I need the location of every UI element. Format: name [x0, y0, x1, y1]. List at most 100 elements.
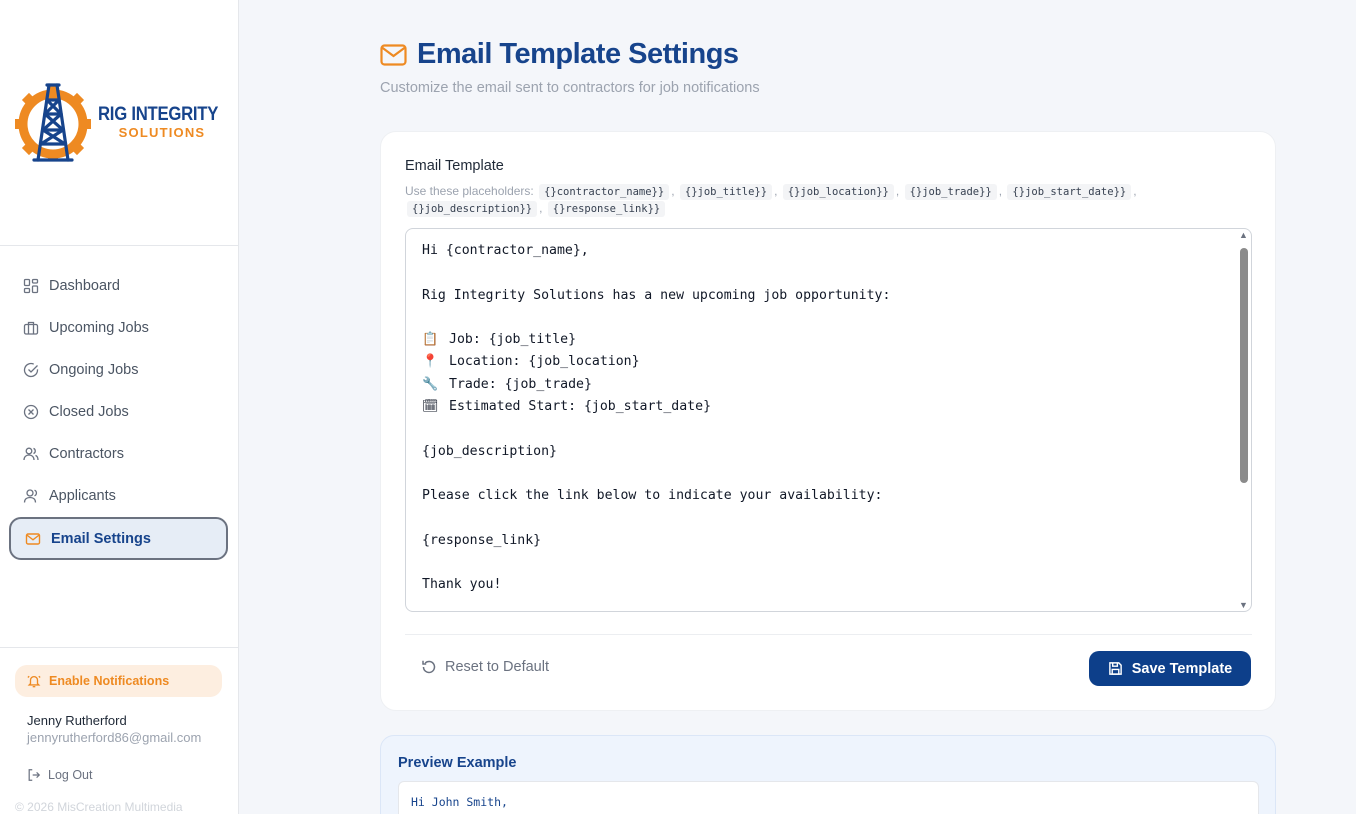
line-emoji-icon: 🔧 [422, 376, 439, 392]
reset-label: Reset to Default [445, 659, 549, 675]
sidebar-item-label: Ongoing Jobs [49, 362, 139, 378]
line-text: Rig Integrity Solutions has a new upcomi… [422, 287, 891, 303]
sidebar-item-label: Contractors [49, 446, 124, 462]
reset-to-default-button[interactable]: Reset to Default [421, 659, 549, 675]
template-line [422, 463, 890, 485]
reset-icon [421, 659, 437, 675]
dashboard-icon [22, 278, 39, 295]
template-line: 📋 Job: {job_title} [422, 329, 890, 351]
briefcase-icon [22, 320, 39, 337]
placeholder-chip: {}job_start_date}} [1007, 184, 1132, 200]
sidebar-item-applicants[interactable]: Applicants [9, 475, 228, 517]
sidebar-item-contractors[interactable]: Contractors [9, 433, 228, 475]
sidebar-nav: Dashboard Upcoming Jobs Ongoing Jobs Clo… [9, 265, 228, 560]
sidebar-item-dashboard[interactable]: Dashboard [9, 265, 228, 307]
email-template-content[interactable]: Hi {contractor_name}, Rig Integrity Solut… [422, 240, 890, 597]
template-line [422, 552, 890, 574]
line-text: Location: {job_location} [449, 354, 640, 370]
line-text: {job_description} [422, 443, 557, 459]
brand-name: RIG INTEGRITY [98, 104, 219, 125]
line-emoji-icon: 📋 [422, 332, 439, 348]
preview-content: Hi John Smith, [398, 781, 1259, 814]
preview-panel: Preview Example Hi John Smith, [380, 735, 1276, 814]
enable-notifications-label: Enable Notifications [49, 674, 170, 688]
line-text: Trade: {job_trade} [449, 376, 592, 392]
check-circle-icon [22, 362, 39, 379]
placeholder-chip: {}response_link}} [547, 201, 666, 217]
mail-icon [380, 43, 407, 66]
sidebar-divider [0, 647, 238, 648]
preview-greeting: Hi John Smith, [411, 795, 508, 809]
save-label: Save Template [1131, 660, 1233, 677]
template-line: {job_description} [422, 441, 890, 463]
placeholder-chip: {}contractor_name}} [539, 184, 670, 200]
sidebar-item-closed-jobs[interactable]: Closed Jobs [9, 391, 228, 433]
sidebar: RIG INTEGRITY SOLUTIONS Dashboard Upcomi… [0, 0, 239, 814]
sidebar-item-upcoming-jobs[interactable]: Upcoming Jobs [9, 307, 228, 349]
user-email: jennyrutherford86@gmail.com [27, 730, 202, 745]
scroll-up-icon[interactable]: ▲ [1239, 230, 1248, 240]
page-header: Email Template Settings Customize the em… [380, 38, 760, 96]
template-line: Hi {contractor_name}, [422, 240, 890, 262]
template-line [422, 262, 890, 284]
sidebar-item-label: Applicants [49, 488, 116, 504]
placeholder-chip: {}job_description}} [407, 201, 538, 217]
template-line: Rig Integrity Solutions has a new upcomi… [422, 285, 890, 307]
sidebar-item-label: Email Settings [51, 530, 151, 547]
placeholder-chip: {}job_location}} [782, 184, 894, 200]
x-circle-icon [22, 404, 39, 421]
email-template-textarea[interactable]: Hi {contractor_name}, Rig Integrity Solut… [405, 228, 1252, 612]
template-line: Thank you! [422, 574, 890, 596]
placeholder-hint: Use these placeholders: {}contractor_nam… [405, 184, 1137, 217]
copyright-text: © 2026 MisCreation Multimedia [15, 800, 183, 814]
line-text: {response_link} [422, 532, 542, 548]
email-template-card: Email Template Use these placeholders: {… [380, 131, 1276, 711]
users-icon [22, 446, 39, 463]
sidebar-item-label: Upcoming Jobs [49, 320, 149, 336]
line-text: Hi {contractor_name}, [422, 243, 589, 258]
user-name: Jenny Rutherford [27, 713, 127, 728]
card-divider [405, 634, 1252, 635]
line-emoji-icon: 🗓 [422, 399, 439, 415]
sidebar-divider [0, 245, 238, 246]
page-title: Email Template Settings [417, 38, 739, 70]
logout-button[interactable]: Log Out [27, 768, 92, 782]
template-line [422, 418, 890, 440]
logout-label: Log Out [48, 768, 93, 782]
template-line: {response_link} [422, 530, 890, 552]
brand-wordmark: RIG INTEGRITY SOLUTIONS [98, 104, 226, 140]
template-line: 📍 Location: {job_location} [422, 351, 890, 373]
placeholder-chip: {}job_trade}} [904, 184, 997, 200]
scroll-down-icon[interactable]: ▼ [1239, 600, 1248, 610]
page-subtitle: Customize the email sent to contractors … [380, 80, 760, 96]
placeholder-chip: {}job_title}} [679, 184, 773, 200]
line-text: Please click the link below to indicate … [422, 488, 883, 504]
logout-icon [27, 768, 41, 782]
brand-logo[interactable]: RIG INTEGRITY SOLUTIONS [14, 80, 228, 164]
save-icon [1108, 661, 1123, 676]
save-template-button[interactable]: Save Template [1089, 651, 1251, 686]
sidebar-item-email-settings[interactable]: Email Settings [9, 517, 228, 560]
email-template-label: Email Template [405, 158, 504, 174]
placeholder-intro: Use these placeholders: [405, 184, 534, 198]
line-emoji-icon: 📍 [422, 354, 439, 370]
preview-title: Preview Example [398, 755, 517, 771]
template-line: Please click the link below to indicate … [422, 485, 890, 507]
brand-sub: SOLUTIONS [118, 125, 206, 140]
template-line: 🔧 Trade: {job_trade} [422, 374, 890, 396]
line-text: Estimated Start: {job_start_date} [449, 399, 712, 415]
oil-rig-gear-icon [15, 83, 91, 162]
template-line: 🗓 Estimated Start: {job_start_date} [422, 396, 890, 418]
scrollbar-thumb[interactable] [1240, 248, 1248, 483]
template-line [422, 508, 890, 530]
template-line [422, 307, 890, 329]
bell-icon [27, 674, 41, 688]
editor-scrollbar[interactable]: ▲ ▼ [1236, 229, 1251, 611]
enable-notifications-button[interactable]: Enable Notifications [15, 665, 222, 697]
sidebar-item-ongoing-jobs[interactable]: Ongoing Jobs [9, 349, 228, 391]
line-text: Job: {job_title} [449, 332, 577, 348]
sidebar-item-label: Dashboard [49, 278, 120, 294]
sidebar-item-label: Closed Jobs [49, 404, 129, 420]
line-text: Thank you! [422, 577, 502, 593]
user-icon [22, 488, 39, 505]
